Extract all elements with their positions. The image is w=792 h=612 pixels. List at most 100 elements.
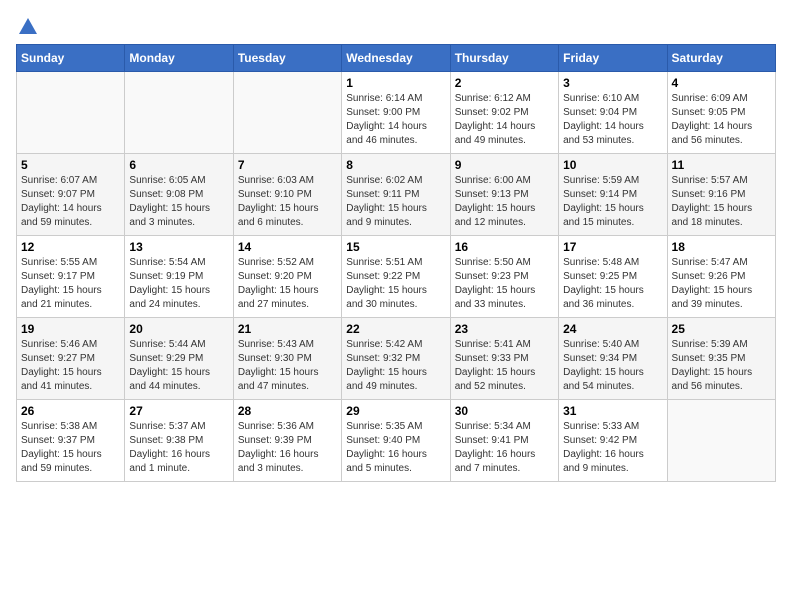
day-number: 1: [346, 76, 445, 90]
day-sunset: Sunset: 9:10 PM: [238, 188, 337, 202]
day-sunset: Sunset: 9:11 PM: [346, 188, 445, 202]
calendar-day-cell: [125, 72, 233, 154]
calendar-day-cell: 9 Sunrise: 6:00 AM Sunset: 9:13 PM Dayli…: [450, 154, 558, 236]
day-sunrise: Sunrise: 5:33 AM: [563, 420, 662, 434]
day-sunset: Sunset: 9:25 PM: [563, 270, 662, 284]
day-daylight: Daylight: 16 hours and 1 minute.: [129, 448, 228, 476]
day-sunrise: Sunrise: 6:12 AM: [455, 92, 554, 106]
day-sunset: Sunset: 9:39 PM: [238, 434, 337, 448]
day-number: 2: [455, 76, 554, 90]
day-sunset: Sunset: 9:00 PM: [346, 106, 445, 120]
day-sunset: Sunset: 9:38 PM: [129, 434, 228, 448]
day-number: 3: [563, 76, 662, 90]
day-daylight: Daylight: 16 hours and 3 minutes.: [238, 448, 337, 476]
day-sunrise: Sunrise: 5:50 AM: [455, 256, 554, 270]
day-sunset: Sunset: 9:32 PM: [346, 352, 445, 366]
day-sunrise: Sunrise: 5:46 AM: [21, 338, 120, 352]
day-daylight: Daylight: 15 hours and 6 minutes.: [238, 202, 337, 230]
day-daylight: Daylight: 15 hours and 9 minutes.: [346, 202, 445, 230]
day-number: 31: [563, 404, 662, 418]
calendar-day-cell: 14 Sunrise: 5:52 AM Sunset: 9:20 PM Dayl…: [233, 236, 341, 318]
day-sunrise: Sunrise: 6:02 AM: [346, 174, 445, 188]
day-sunrise: Sunrise: 5:51 AM: [346, 256, 445, 270]
calendar-header-cell: Wednesday: [342, 45, 450, 72]
calendar-header-cell: Sunday: [17, 45, 125, 72]
day-sunrise: Sunrise: 6:10 AM: [563, 92, 662, 106]
day-daylight: Daylight: 15 hours and 12 minutes.: [455, 202, 554, 230]
calendar-header-cell: Tuesday: [233, 45, 341, 72]
day-sunset: Sunset: 9:30 PM: [238, 352, 337, 366]
day-daylight: Daylight: 14 hours and 59 minutes.: [21, 202, 120, 230]
day-daylight: Daylight: 15 hours and 24 minutes.: [129, 284, 228, 312]
day-sunrise: Sunrise: 5:37 AM: [129, 420, 228, 434]
day-sunset: Sunset: 9:20 PM: [238, 270, 337, 284]
day-sunset: Sunset: 9:35 PM: [672, 352, 771, 366]
day-sunrise: Sunrise: 5:59 AM: [563, 174, 662, 188]
day-sunrise: Sunrise: 5:54 AM: [129, 256, 228, 270]
calendar-week-row: 19 Sunrise: 5:46 AM Sunset: 9:27 PM Dayl…: [17, 318, 776, 400]
calendar-day-cell: 5 Sunrise: 6:07 AM Sunset: 9:07 PM Dayli…: [17, 154, 125, 236]
day-number: 13: [129, 240, 228, 254]
day-number: 15: [346, 240, 445, 254]
day-number: 21: [238, 322, 337, 336]
day-number: 25: [672, 322, 771, 336]
day-sunset: Sunset: 9:34 PM: [563, 352, 662, 366]
day-daylight: Daylight: 14 hours and 53 minutes.: [563, 120, 662, 148]
day-daylight: Daylight: 15 hours and 27 minutes.: [238, 284, 337, 312]
day-sunrise: Sunrise: 5:52 AM: [238, 256, 337, 270]
calendar-day-cell: 29 Sunrise: 5:35 AM Sunset: 9:40 PM Dayl…: [342, 400, 450, 482]
day-sunset: Sunset: 9:02 PM: [455, 106, 554, 120]
day-number: 28: [238, 404, 337, 418]
calendar-day-cell: 8 Sunrise: 6:02 AM Sunset: 9:11 PM Dayli…: [342, 154, 450, 236]
day-sunrise: Sunrise: 6:09 AM: [672, 92, 771, 106]
day-sunrise: Sunrise: 5:39 AM: [672, 338, 771, 352]
day-sunrise: Sunrise: 5:57 AM: [672, 174, 771, 188]
day-number: 14: [238, 240, 337, 254]
calendar-day-cell: 30 Sunrise: 5:34 AM Sunset: 9:41 PM Dayl…: [450, 400, 558, 482]
calendar-day-cell: 2 Sunrise: 6:12 AM Sunset: 9:02 PM Dayli…: [450, 72, 558, 154]
day-daylight: Daylight: 15 hours and 44 minutes.: [129, 366, 228, 394]
day-sunset: Sunset: 9:37 PM: [21, 434, 120, 448]
day-sunset: Sunset: 9:29 PM: [129, 352, 228, 366]
calendar-day-cell: 25 Sunrise: 5:39 AM Sunset: 9:35 PM Dayl…: [667, 318, 775, 400]
calendar-day-cell: 10 Sunrise: 5:59 AM Sunset: 9:14 PM Dayl…: [559, 154, 667, 236]
day-sunset: Sunset: 9:16 PM: [672, 188, 771, 202]
day-sunrise: Sunrise: 6:14 AM: [346, 92, 445, 106]
day-number: 18: [672, 240, 771, 254]
calendar-table: SundayMondayTuesdayWednesdayThursdayFrid…: [16, 44, 776, 482]
day-sunrise: Sunrise: 5:43 AM: [238, 338, 337, 352]
day-daylight: Daylight: 15 hours and 39 minutes.: [672, 284, 771, 312]
day-sunset: Sunset: 9:22 PM: [346, 270, 445, 284]
day-daylight: Daylight: 15 hours and 21 minutes.: [21, 284, 120, 312]
day-sunrise: Sunrise: 5:44 AM: [129, 338, 228, 352]
calendar-day-cell: [17, 72, 125, 154]
day-daylight: Daylight: 14 hours and 49 minutes.: [455, 120, 554, 148]
calendar-day-cell: 6 Sunrise: 6:05 AM Sunset: 9:08 PM Dayli…: [125, 154, 233, 236]
day-daylight: Daylight: 16 hours and 7 minutes.: [455, 448, 554, 476]
day-sunset: Sunset: 9:23 PM: [455, 270, 554, 284]
day-sunset: Sunset: 9:14 PM: [563, 188, 662, 202]
day-sunset: Sunset: 9:17 PM: [21, 270, 120, 284]
day-sunrise: Sunrise: 6:03 AM: [238, 174, 337, 188]
logo: [16, 16, 39, 34]
calendar-day-cell: [233, 72, 341, 154]
day-sunset: Sunset: 9:41 PM: [455, 434, 554, 448]
day-daylight: Daylight: 15 hours and 54 minutes.: [563, 366, 662, 394]
calendar-day-cell: 31 Sunrise: 5:33 AM Sunset: 9:42 PM Dayl…: [559, 400, 667, 482]
day-daylight: Daylight: 15 hours and 3 minutes.: [129, 202, 228, 230]
day-sunset: Sunset: 9:26 PM: [672, 270, 771, 284]
calendar-header-cell: Monday: [125, 45, 233, 72]
day-daylight: Daylight: 15 hours and 18 minutes.: [672, 202, 771, 230]
day-sunset: Sunset: 9:33 PM: [455, 352, 554, 366]
day-number: 17: [563, 240, 662, 254]
day-number: 29: [346, 404, 445, 418]
day-sunrise: Sunrise: 5:42 AM: [346, 338, 445, 352]
day-number: 4: [672, 76, 771, 90]
calendar-week-row: 26 Sunrise: 5:38 AM Sunset: 9:37 PM Dayl…: [17, 400, 776, 482]
day-number: 11: [672, 158, 771, 172]
calendar-week-row: 5 Sunrise: 6:07 AM Sunset: 9:07 PM Dayli…: [17, 154, 776, 236]
day-daylight: Daylight: 16 hours and 5 minutes.: [346, 448, 445, 476]
day-sunrise: Sunrise: 6:00 AM: [455, 174, 554, 188]
day-number: 16: [455, 240, 554, 254]
day-sunset: Sunset: 9:05 PM: [672, 106, 771, 120]
